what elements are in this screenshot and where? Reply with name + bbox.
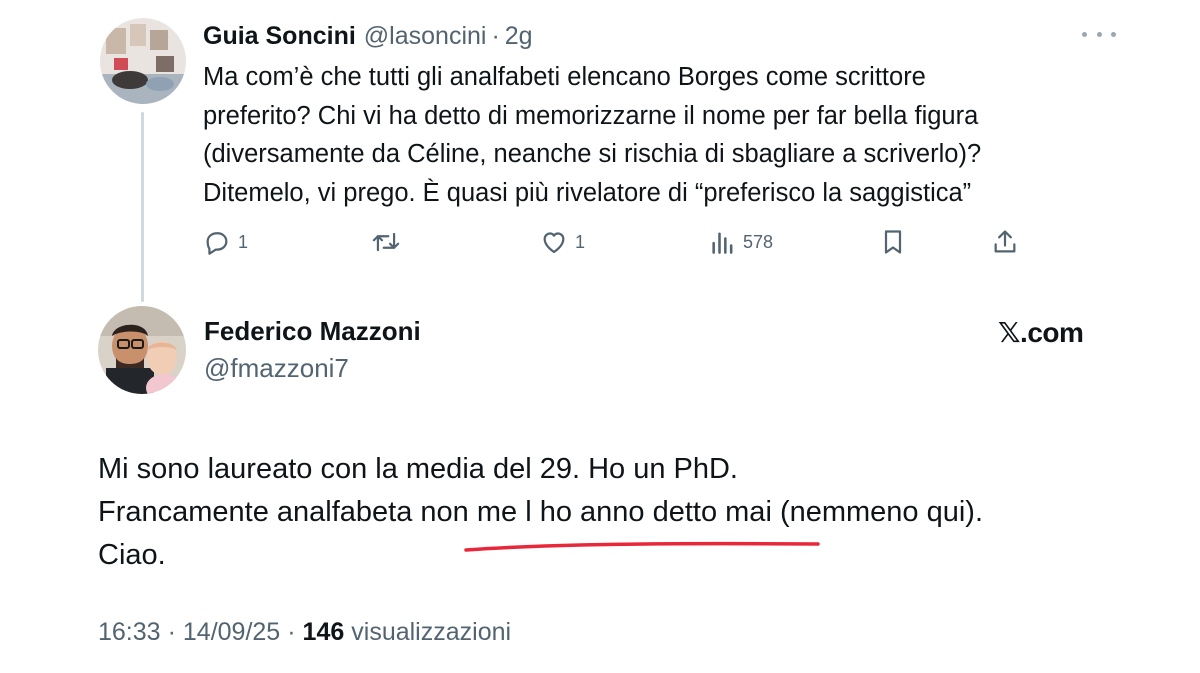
post-text-line: Ditemelo, vi prego. È quasi più rivelato…	[203, 178, 972, 207]
author-name[interactable]: Guia Soncini	[203, 22, 356, 51]
separator-dot: ·	[491, 21, 500, 50]
separator-dot: ·	[167, 618, 176, 646]
avatar-image	[100, 18, 186, 104]
like-count: 1	[575, 231, 586, 252]
main-post-text: Mi sono laureato con la media del 29. Ho…	[98, 448, 1138, 577]
post-text-line: Francamente analfabeta non me l ho anno …	[98, 496, 984, 528]
avatar-image	[98, 306, 186, 394]
author-name[interactable]: Federico Mazzoni	[204, 316, 421, 347]
reply-button[interactable]: 1	[203, 225, 248, 259]
post-meta: 16:33 · 14/09/25 · 146 visualizzazioni	[98, 618, 511, 647]
share-icon	[994, 230, 1016, 253]
repost-button[interactable]	[371, 225, 408, 259]
views-label: visualizzazioni	[351, 618, 512, 646]
reply-count: 1	[238, 231, 249, 252]
views-button[interactable]: 578	[710, 225, 773, 259]
post-time[interactable]: 16:33	[98, 618, 161, 647]
author-handle[interactable]: @lasoncini	[364, 22, 487, 51]
like-button[interactable]: 1	[540, 225, 585, 259]
like-icon	[543, 232, 565, 254]
more-icon[interactable]	[1082, 22, 1116, 46]
x-com-watermark: 𝕏.com	[998, 317, 1084, 348]
post-actions-bar: 1 1 578	[203, 225, 1023, 259]
avatar[interactable]	[98, 306, 186, 394]
views-count: 146	[302, 618, 345, 646]
post-time[interactable]: 2g	[505, 22, 533, 51]
bookmark-icon	[884, 230, 902, 254]
post-text-line: Mi sono laureato con la media del 29. Ho…	[98, 453, 738, 485]
quoted-post-text: Ma com’è che tutti gli analfabeti elenca…	[203, 58, 1123, 212]
bookmark-button[interactable]	[880, 225, 906, 259]
avatar[interactable]	[100, 18, 186, 104]
separator-dot: ·	[287, 618, 296, 646]
red-underline-annotation	[464, 541, 820, 552]
reply-icon	[206, 232, 228, 255]
post-date[interactable]: 14/09/25	[183, 618, 280, 647]
post-text-line: preferito? Chi vi ha detto di memorizzar…	[203, 101, 979, 130]
post-text-line: (diversamente da Céline, neanche si risc…	[203, 140, 982, 168]
quoted-post-header: Guia Soncini @lasoncini · 2g	[203, 18, 533, 54]
share-button[interactable]	[991, 225, 1019, 259]
repost-icon	[372, 232, 400, 252]
views-icon	[712, 232, 733, 254]
thread-connector-line	[141, 112, 144, 302]
views-count: 578	[743, 231, 774, 252]
author-handle[interactable]: @fmazzoni7	[204, 353, 349, 384]
post-text-line: Ma com’è che tutti gli analfabeti elenca…	[203, 63, 926, 91]
